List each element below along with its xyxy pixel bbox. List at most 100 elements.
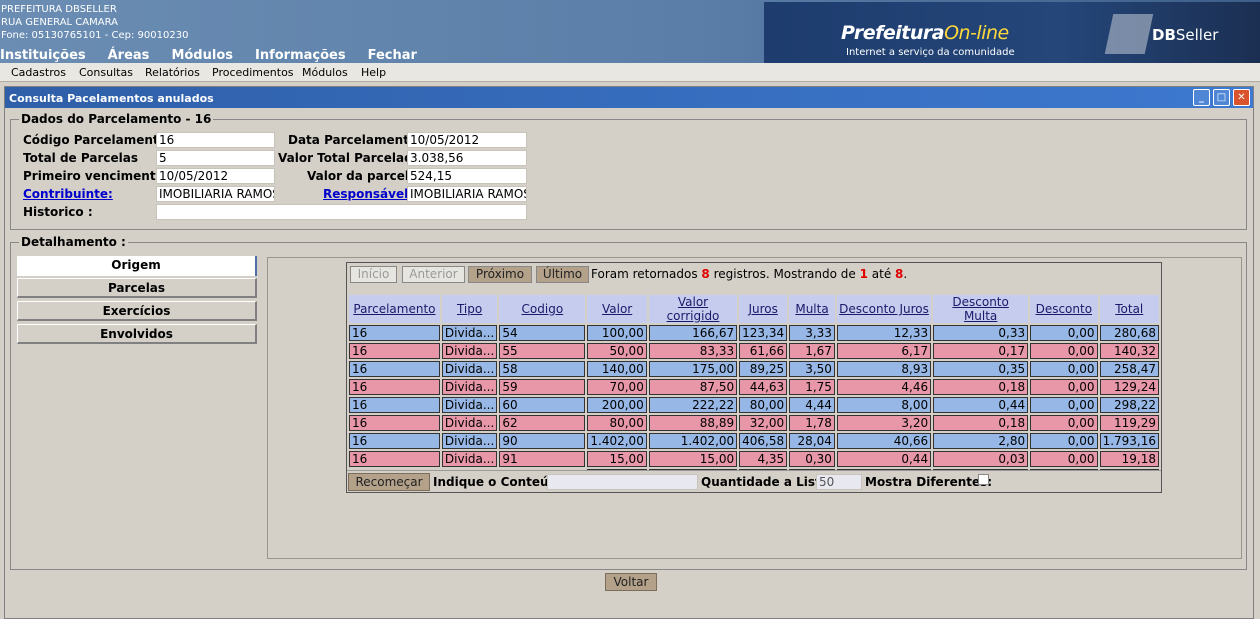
- quantidade-input[interactable]: 50: [816, 474, 862, 490]
- table-cell: 62: [499, 415, 586, 431]
- table-row[interactable]: 16 Divida... 91 15,00 15,00 4,35 0,30 0,44 0,03 0…: [349, 451, 1159, 467]
- table-cell: 0,00: [1030, 379, 1098, 395]
- column-header[interactable]: Valor corrigido: [648, 295, 738, 323]
- menu-fechar[interactable]: Fechar: [368, 48, 417, 63]
- menu-areas[interactable]: Áreas: [108, 48, 150, 63]
- submenu-cadastros[interactable]: Cadastros: [11, 66, 66, 79]
- table-cell: 0,17: [933, 343, 1029, 359]
- column-header[interactable]: Desconto: [1030, 295, 1098, 323]
- table-cell: Divida...: [441, 379, 498, 395]
- close-icon[interactable]: ✕: [1233, 89, 1250, 106]
- table-cell: 140,00: [587, 361, 647, 377]
- column-header[interactable]: Total: [1099, 295, 1159, 323]
- maximize-icon[interactable]: □: [1213, 89, 1230, 106]
- codigo-field[interactable]: 16: [156, 132, 275, 148]
- prefeitura-logo: PrefeituraOn-line Internet a serviço da …: [764, 2, 1260, 63]
- table-cell: 15,00: [587, 451, 647, 467]
- contribuinte-link[interactable]: Contribuinte:: [23, 187, 113, 201]
- grid-controls: Recomeçar Indique o Conteúdo: Quantidade…: [347, 470, 1161, 492]
- primeiro-vencimento-field[interactable]: 10/05/2012: [156, 168, 275, 184]
- column-header[interactable]: Valor: [587, 295, 647, 323]
- submenu-consultas[interactable]: Consultas: [79, 66, 133, 79]
- total-parcelas-field[interactable]: 5: [156, 150, 275, 166]
- table-cell: 0,00: [1030, 361, 1098, 377]
- table-row[interactable]: 16 Divida... 90 1.402,00 1.402,00 406,58 28,04…: [349, 433, 1159, 449]
- table-cell: 0,00: [1030, 451, 1098, 467]
- table-cell: 15,00: [648, 451, 738, 467]
- mostra-diferentes-checkbox[interactable]: [978, 474, 989, 485]
- top-banner: PREFEITURA DBSELLER RUA GENERAL CAMARA F…: [0, 0, 1260, 63]
- tab-origem[interactable]: Origem: [17, 256, 257, 276]
- submenu-modulos[interactable]: Módulos: [302, 66, 348, 79]
- submenu-relatorios[interactable]: Relatórios: [145, 66, 200, 79]
- table-row[interactable]: 16 Divida... 58 140,00 175,00 89,25 3,50 8,93 0,…: [349, 361, 1159, 377]
- table-row[interactable]: 16 Divida... 60 200,00 222,22 80,00 4,44 8,00 0,…: [349, 397, 1159, 413]
- table-cell: 3,33: [789, 325, 835, 341]
- menu-instituicoes[interactable]: Instituições: [0, 48, 86, 63]
- responsavel-field[interactable]: IMOBILIARIA RAMOS: [407, 186, 527, 202]
- table-cell: Divida...: [441, 397, 498, 413]
- contribuinte-field[interactable]: IMOBILIARIA RAMOS: [156, 186, 275, 202]
- table-cell: 19,18: [1099, 451, 1159, 467]
- column-header[interactable]: Tipo: [441, 295, 498, 323]
- voltar-button[interactable]: Voltar: [605, 573, 657, 591]
- dbseller-logo-icon: [1104, 14, 1154, 54]
- anterior-button[interactable]: Anterior: [402, 266, 465, 283]
- table-cell: 44,63: [739, 379, 788, 395]
- table-cell: 70,00: [587, 379, 647, 395]
- table-row[interactable]: 16 Divida... 62 80,00 88,89 32,00 1,78 3,20 0,18…: [349, 415, 1159, 431]
- table-cell: 406,58: [739, 433, 788, 449]
- minimize-icon[interactable]: _: [1193, 89, 1210, 106]
- table-cell: 0,33: [933, 325, 1029, 341]
- valor-total-field[interactable]: 3.038,56: [407, 150, 527, 166]
- codigo-label: Código Parcelamento :: [23, 133, 176, 147]
- column-header[interactable]: Desconto Juros: [836, 295, 932, 323]
- proximo-button[interactable]: Próximo: [468, 266, 532, 283]
- data-field[interactable]: 10/05/2012: [407, 132, 527, 148]
- column-header[interactable]: Juros: [739, 295, 788, 323]
- table-row[interactable]: 16 Divida... 59 70,00 87,50 44,63 1,75 4,46 0,18…: [349, 379, 1159, 395]
- institution-street: RUA GENERAL CAMARA: [1, 17, 118, 28]
- table-cell: 16: [349, 397, 440, 413]
- recomecar-button[interactable]: Recomeçar: [348, 473, 430, 491]
- table-cell: 0,00: [1030, 415, 1098, 431]
- responsavel-link[interactable]: Responsável :: [323, 187, 417, 201]
- inicio-button[interactable]: Início: [350, 266, 397, 283]
- data-label: Data Parcelamento :: [288, 133, 427, 147]
- submenu-help[interactable]: Help: [361, 66, 386, 79]
- column-header[interactable]: Codigo: [499, 295, 586, 323]
- results-table: Parcelamento Tipo Codigo Valor Valor corrigi…: [347, 293, 1161, 487]
- ultimo-button[interactable]: Último: [536, 266, 589, 283]
- table-cell: 50,00: [587, 343, 647, 359]
- table-cell: 80,00: [739, 397, 788, 413]
- column-header[interactable]: Multa: [789, 295, 835, 323]
- tab-exercicios[interactable]: Exercícios: [17, 301, 257, 321]
- conteudo-input[interactable]: [547, 474, 698, 490]
- institution-address: PREFEITURA DBSELLER RUA GENERAL CAMARA F…: [1, 3, 188, 42]
- table-cell: 16: [349, 343, 440, 359]
- tab-envolvidos[interactable]: Envolvidos: [17, 324, 257, 344]
- window-titlebar: Consulta Pacelamentos anulados _ □ ✕: [5, 87, 1253, 108]
- institution-phone: Fone: 05130765101 - Cep: 90010230: [1, 30, 189, 41]
- table-cell: Divida...: [441, 451, 498, 467]
- primeiro-vencimento-label: Primeiro vencimento :: [23, 169, 173, 183]
- menu-modulos[interactable]: Módulos: [171, 48, 233, 63]
- table-cell: 0,00: [1030, 325, 1098, 341]
- table-cell: 16: [349, 433, 440, 449]
- tab-parcelas[interactable]: Parcelas: [17, 278, 257, 298]
- submenu-procedimentos[interactable]: Procedimentos: [212, 66, 294, 79]
- table-cell: 0,30: [789, 451, 835, 467]
- consulta-window: Consulta Pacelamentos anulados _ □ ✕ Dad…: [4, 86, 1254, 619]
- column-header[interactable]: Desconto Multa: [933, 295, 1029, 323]
- table-cell: 32,00: [739, 415, 788, 431]
- historico-field[interactable]: [156, 204, 527, 220]
- table-row[interactable]: 16 Divida... 55 50,00 83,33 61,66 1,67 6,17 0,17…: [349, 343, 1159, 359]
- menu-informacoes[interactable]: Informações: [255, 48, 346, 63]
- logo-title: PrefeituraOn-line: [841, 22, 1009, 44]
- column-header[interactable]: Parcelamento: [349, 295, 440, 323]
- table-cell: 40,66: [836, 433, 932, 449]
- table-row[interactable]: 16 Divida... 54 100,00 166,67 123,34 3,33 12,33…: [349, 325, 1159, 341]
- table-cell: 0,00: [1030, 343, 1098, 359]
- table-cell: 88,89: [648, 415, 738, 431]
- valor-parcela-field[interactable]: 524,15: [407, 168, 527, 184]
